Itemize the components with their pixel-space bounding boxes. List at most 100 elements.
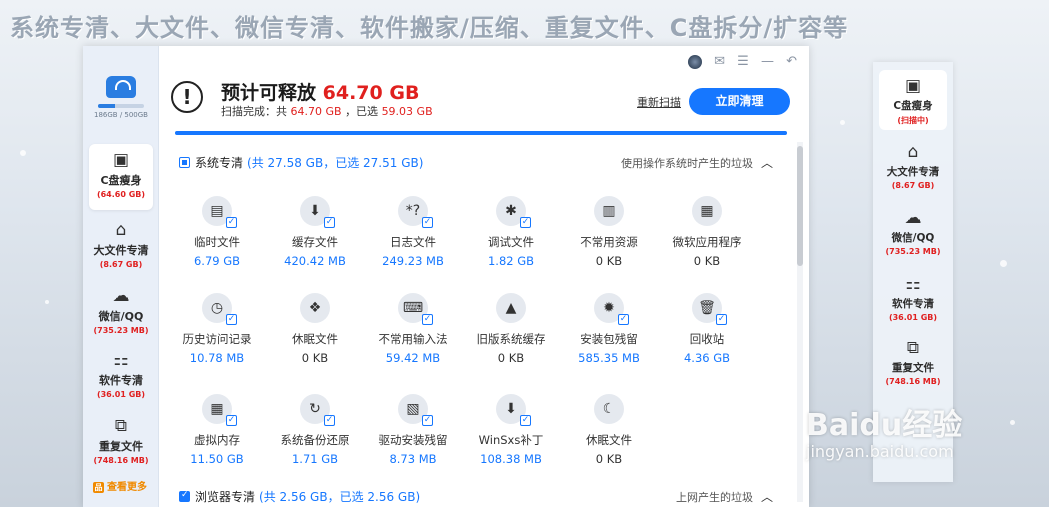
section-system-desc[interactable]: 使用操作系统时产生的垃圾 ︿ [621,154,773,171]
chat-icon: ☁ [904,208,922,228]
checkbox-checked-icon[interactable]: ✓ [422,415,433,426]
checkbox-checked-icon[interactable]: ✓ [324,415,335,426]
cleanup-item[interactable]: ⬇ ✓ WinSxs补丁 108.38 MB [463,394,559,466]
cleanup-item-name: 缓存文件 [292,235,338,249]
scrollbar-thumb[interactable] [797,146,803,266]
nav-label: C盘瘦身 [100,174,142,187]
chevron-up-icon[interactable]: ︿ [761,490,773,504]
cleanup-item[interactable]: ⌨ ✓ 不常用输入法 59.42 MB [365,293,461,365]
checkbox-checked-icon[interactable]: ✓ [226,314,237,325]
summary-title: 预计可释放 64.70 GB [221,78,419,105]
cleanup-item[interactable]: ▤ ✓ 临时文件 6.79 GB [169,196,265,268]
nav-size: (748.16 MB) [885,377,941,386]
cleanup-item-name: 临时文件 [194,235,240,249]
snow-flake [20,150,26,156]
checkbox-checked-icon[interactable]: ✓ [422,217,433,228]
cleanup-item-name: WinSxs补丁 [478,433,544,447]
nav-size: (735.23 MB) [885,247,941,256]
feedback-icon[interactable]: ✉ [714,54,725,69]
drive-icon: ▣ [112,150,130,170]
cleanup-item-size: 0 KB [595,452,623,466]
nav-item-wechat-qq[interactable]: ☁ 微信/QQ (735.23 MB) [83,282,159,342]
checkbox-checked-icon[interactable]: ✓ [324,217,335,228]
nav-label: C盘瘦身 [893,100,933,112]
cleanup-item[interactable]: ▧ ✓ 驱动安装残留 8.73 MB [365,394,461,466]
cleanup-item[interactable]: ⬇ ✓ 缓存文件 420.42 MB [267,196,363,268]
disk-usage-bar [98,104,144,108]
scan-progress [175,131,787,135]
total-size: 64.70 GB [290,105,342,118]
avatar[interactable] [687,54,702,69]
section-browser-checkbox[interactable] [179,490,190,502]
section-browser-header[interactable]: 浏览器专清(共 2.56 GB，已选 2.56 GB) [179,488,420,507]
cleanup-item-icon: *? ✓ [398,196,433,228]
nav-size: (8.67 GB) [99,260,143,269]
see-more-link[interactable]: 品查看更多 [93,478,147,493]
cleanup-item[interactable]: ↻ ✓ 系统备份还原 1.71 GB [267,394,363,466]
cleanup-item[interactable]: ✹ ✓ 安装包残留 585.35 MB [561,293,657,365]
checkbox-checked-icon[interactable]: ✓ [716,314,727,325]
section-system-stat: (共 27.58 GB，已选 27.51 GB) [247,156,424,170]
checkbox-checked-icon[interactable]: ✓ [520,415,531,426]
back-icon[interactable]: ↶ [786,54,797,69]
checkbox-checked-icon[interactable]: ✓ [520,217,531,228]
cleanup-item[interactable]: ▲ 旧版系统缓存 0 KB [463,293,559,365]
folder-icon: ⌂ [907,142,919,162]
cleanup-item[interactable]: ✱ ✓ 调试文件 1.82 GB [463,196,559,268]
cleanup-item-name: 回收站 [689,332,725,346]
rp-item-wechat-qq[interactable]: ☁ 微信/QQ (735.23 MB) [873,204,953,264]
rp-item-large-files[interactable]: ⌂ 大文件专清 (8.67 GB) [873,138,953,198]
nav-item-software[interactable]: ⚏ 软件专清 (36.01 GB) [83,346,159,406]
cleanup-item[interactable]: ☾ 休眠文件 0 KB [561,394,657,466]
summary-subtitle: 扫描完成：共 64.70 GB ，已选 59.03 GB [221,103,433,119]
section-browser-desc[interactable]: 上网产生的垃圾 ︿ [676,488,773,505]
menu-icon[interactable]: ☰ [737,54,749,69]
selected-size: 59.03 GB [381,105,433,118]
rp-item-c-slim[interactable]: ▣ C盘瘦身 (扫描中) [879,70,947,130]
checkbox-checked-icon[interactable]: ✓ [226,415,237,426]
cleanup-item[interactable]: ▦ 微软应用程序 0 KB [659,196,755,268]
checkbox-checked-icon[interactable]: ✓ [422,314,433,325]
nav-label: 重复文件 [892,362,934,374]
nav-item-large-files[interactable]: ⌂ 大文件专清 (8.67 GB) [83,216,159,276]
rescan-link[interactable]: 重新扫描 [637,94,681,110]
cleanup-item-name: 驱动安装残留 [378,433,448,447]
duplicate-icon: ⧉ [906,338,920,358]
cleanup-item-size: 585.35 MB [578,351,640,365]
clean-now-button[interactable]: 立即清理 [689,88,790,115]
cleanup-item-size: 10.78 MB [189,351,245,365]
disk-usage: 186GB / 500GB [91,76,151,119]
cleanup-item[interactable]: ▥ 不常用资源 0 KB [561,196,657,268]
cleanup-item-icon: ▥ [594,196,624,226]
cleanup-item-icon: ☾ [594,394,624,424]
section-system-checkbox[interactable] [179,157,190,168]
cleanup-item[interactable]: ▦ ✓ 虚拟内存 11.50 GB [169,394,265,466]
content-area: 系统专清 (共 27.58 GB，已选 27.51 GB) 使用操作系统时产生的垃… [167,142,797,507]
checkbox-checked-icon[interactable]: ✓ [618,314,629,325]
disk-icon [106,76,136,98]
cleanup-item[interactable]: *? ✓ 日志文件 249.23 MB [365,196,461,268]
cleanup-item[interactable]: ❖ 休眠文件 0 KB [267,293,363,365]
section-system-header[interactable]: 系统专清 (共 27.58 GB，已选 27.51 GB) [179,154,423,174]
cleanup-item-size: 0 KB [497,351,525,365]
nav-size: (735.23 MB) [93,326,149,335]
cleanup-item[interactable]: 🗑 ✓ 回收站 4.36 GB [659,293,755,365]
rp-item-duplicates[interactable]: ⧉ 重复文件 (748.16 MB) [873,334,953,394]
section-system-title: 系统专清 [195,156,244,170]
checkbox-checked-icon[interactable]: ✓ [226,217,237,228]
nav-label: 微信/QQ [98,310,144,323]
cleanup-item-size: 108.38 MB [480,452,542,466]
scrollbar[interactable] [797,142,803,502]
minimize-icon[interactable]: — [761,54,774,69]
summary-sub-mid: ，已选 [345,105,379,118]
nav-item-c-slim[interactable]: ▣ C盘瘦身 (64.60 GB) [89,144,153,210]
chevron-up-icon[interactable]: ︿ [761,156,773,170]
drive-icon: ▣ [904,76,922,96]
cleanup-item-size: 1.82 GB [487,254,535,268]
nav-label: 大文件专清 [93,244,149,257]
cleanup-item[interactable]: ◷ ✓ 历史访问记录 10.78 MB [169,293,265,365]
nav-size: (748.16 MB) [93,456,149,465]
nav-item-duplicates[interactable]: ⧉ 重复文件 (748.16 MB) [83,412,159,472]
rp-item-software[interactable]: ⚏ 软件专清 (36.01 GB) [873,270,953,330]
cleanup-item-name: 不常用资源 [580,235,638,249]
